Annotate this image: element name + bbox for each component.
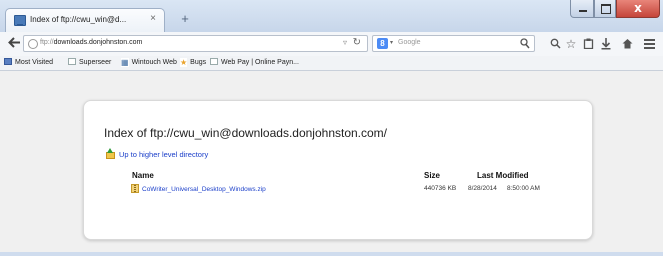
search-bar[interactable]: 8 ▾ Google — [372, 35, 535, 52]
menu-icon[interactable] — [641, 36, 657, 52]
star-icon[interactable]: ☆ — [563, 36, 579, 52]
url-dropdown-icon[interactable]: ▿ — [343, 38, 347, 47]
search-engine-dropdown-icon[interactable]: ▾ — [390, 39, 393, 46]
directory-listing: Index of ftp://cwu_win@downloads.donjohn… — [83, 100, 593, 240]
zip-file-icon — [131, 184, 139, 193]
close-icon: x — [634, 1, 642, 15]
column-header-last-modified: Last Modified — [477, 171, 529, 180]
tab-close-icon[interactable]: × — [150, 13, 156, 24]
page-viewport: Index of ftp://cwu_win@downloads.donjohn… — [0, 71, 663, 256]
search-input[interactable]: Google — [398, 39, 421, 46]
tab-strip: Index of ftp://cwu_win@d... × + x — [0, 0, 663, 32]
file-link[interactable]: CoWriter_Universal_Desktop_Windows.zip — [131, 184, 266, 193]
bookmark-folder-icon — [4, 58, 12, 65]
browser-tab[interactable]: Index of ftp://cwu_win@d... × — [5, 8, 165, 32]
back-button[interactable] — [5, 34, 23, 52]
up-directory-link[interactable]: Up to higher level directory — [106, 148, 208, 159]
maximize-button[interactable] — [594, 0, 616, 18]
column-header-name: Name — [132, 171, 154, 180]
bookmark-superseer[interactable]: Superseer — [68, 58, 111, 66]
grid-icon: ▦ — [121, 58, 129, 67]
star-icon: ★ — [180, 58, 188, 67]
tab-title: Index of ftp://cwu_win@d... — [30, 15, 127, 24]
minimize-button[interactable] — [570, 0, 594, 18]
url-text: ftp://downloads.donjohnston.com — [40, 39, 143, 46]
page-title: Index of ftp://cwu_win@downloads.donjohn… — [104, 126, 388, 140]
file-size: 440736 KB — [424, 185, 457, 192]
bookmark-most-visited[interactable]: Most Visited — [4, 58, 53, 66]
file-row: CoWriter_Universal_Desktop_Windows.zip 4… — [84, 184, 592, 194]
reload-icon[interactable]: ↻ — [353, 37, 361, 48]
bookmarks-toolbar: Most Visited Superseer ▦ Wintouch Web ★ Bu… — [0, 56, 663, 71]
navigation-toolbar: ftp://downloads.donjohnston.com ▿ ↻ 8 ▾ … — [0, 32, 663, 57]
close-window-button[interactable]: x — [616, 0, 660, 18]
clipboard-icon[interactable] — [580, 36, 596, 52]
search-icon[interactable] — [520, 38, 530, 49]
file-date: 8/28/2014 — [468, 185, 497, 192]
column-header-size: Size — [424, 171, 441, 180]
bookmark-wintouch-web[interactable]: ▦ Wintouch Web — [121, 58, 177, 67]
search-engine-icon[interactable]: 8 — [377, 38, 388, 49]
download-icon[interactable] — [598, 36, 614, 52]
page-icon — [210, 58, 218, 65]
bookmark-web-pay[interactable]: Web Pay | Online Payn... — [210, 58, 299, 66]
file-time: 8:50:00 AM — [507, 185, 540, 192]
bookmark-bugs[interactable]: ★ Bugs — [180, 58, 206, 67]
folder-up-icon — [106, 148, 116, 159]
monitor-favicon-icon — [14, 15, 26, 26]
window-bottom-edge — [0, 252, 663, 256]
home-icon[interactable] — [619, 36, 635, 52]
globe-icon — [28, 39, 38, 49]
search-icon[interactable] — [547, 36, 563, 52]
url-bar[interactable]: ftp://downloads.donjohnston.com ▿ ↻ — [23, 35, 368, 52]
new-tab-button[interactable]: + — [176, 11, 194, 27]
page-icon — [68, 58, 76, 65]
back-arrow-icon — [7, 37, 20, 48]
